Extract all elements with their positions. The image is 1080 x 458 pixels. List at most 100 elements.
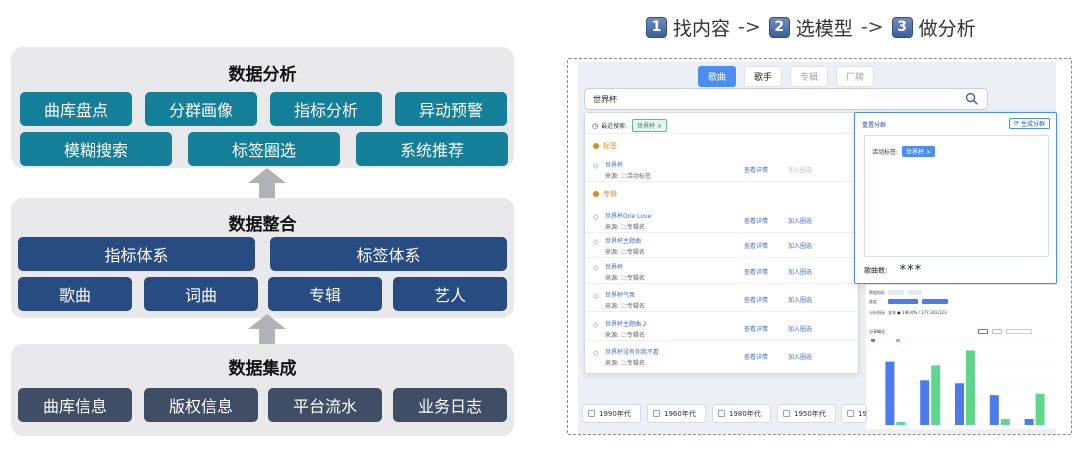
chip-lyrics[interactable]: 词曲: [144, 277, 258, 311]
dash-row-label: 分析指标: [869, 310, 885, 315]
step-number-3: 3: [891, 16, 913, 38]
add-selection-link[interactable]: 加入圈选: [788, 241, 812, 250]
chart-bar: [931, 365, 941, 425]
view-detail-link[interactable]: 查看详情: [744, 295, 768, 304]
result-name: 世界杯气氛: [605, 292, 636, 299]
workflow-steps: 1 找内容 -> 2 选模型 -> 3 做分析: [646, 14, 982, 40]
tab-artists[interactable]: 歌手: [744, 66, 782, 87]
chip-group-profile[interactable]: 分群画像: [145, 92, 257, 126]
checkbox[interactable]: [718, 410, 725, 417]
chart-bar: [989, 395, 999, 425]
bar-chart: [878, 342, 1052, 426]
list-item[interactable]: ◇ 世界杯One Love 来源: 🗀专辑名 查看详情 加入圈选: [585, 209, 858, 233]
decade-filter[interactable]: 1980年代: [712, 404, 771, 423]
list-item[interactable]: ◇ 世界杯 来源: 🗀活动标签 查看详情 加入圈选: [585, 158, 858, 182]
tag-icon: ◇: [593, 162, 599, 170]
analysis-panel: 数据分析 曲库盘点 分群画像 指标分析 异动预警 模糊搜索 标签圈选 系统推荐: [11, 47, 514, 168]
result-source: 来源: 🗀专辑名: [605, 303, 645, 310]
list-item[interactable]: ◇ 世界杯没有你我不看 来源: 🗀专辑名 查看详情 加入圈选: [585, 345, 858, 369]
chip-system-recommend[interactable]: 系统推荐: [356, 132, 508, 166]
song-count-value: ***: [899, 263, 923, 278]
add-selection-link[interactable]: 加入圈选: [788, 267, 812, 276]
step-label-model: 选模型: [795, 17, 853, 40]
chip-platform-revenue[interactable]: 平台流水: [268, 388, 382, 422]
result-source: 来源: 🗀活动标签: [605, 173, 651, 180]
chip-metric-analysis[interactable]: 指标分析: [270, 92, 382, 126]
decade-filter[interactable]: 1970年代: [841, 404, 867, 423]
chip-copyright-info[interactable]: 版权信息: [144, 388, 258, 422]
analysis-dashboard: 数据指标 维度 分析指标 全年 ● 196.0% / 177,343,123 分…: [866, 285, 1058, 429]
dash-select[interactable]: [1006, 329, 1032, 334]
decade-label: 1970年代: [858, 409, 867, 418]
dash-row-label: 数据指标: [869, 290, 885, 295]
dash-row-label: 维度: [869, 299, 877, 304]
tab-albums[interactable]: 专辑: [790, 66, 828, 87]
view-detail-link[interactable]: 查看详情: [744, 267, 768, 276]
chip-library-info[interactable]: 曲库信息: [18, 388, 132, 422]
clock-icon: ◷: [592, 121, 599, 130]
list-item[interactable]: ◇ 世界杯主题曲 2 来源: 🗀专辑名 查看详情 加入圈选: [585, 317, 858, 341]
chip-song[interactable]: 歌曲: [18, 277, 132, 311]
chart-bar: [955, 383, 964, 425]
tag-icon: ◇: [593, 321, 599, 329]
chip-tag-selection[interactable]: 标签圈选: [188, 132, 340, 166]
tab-songs[interactable]: 歌曲: [698, 66, 736, 87]
dash-option[interactable]: [888, 290, 904, 295]
list-item[interactable]: ◇ 世界杯 来源: 🗀专辑名 查看详情 加入圈选: [585, 260, 858, 284]
add-selection-link[interactable]: 加入圈选: [788, 352, 812, 361]
chip-metric-system[interactable]: 指标体系: [18, 237, 255, 271]
dash-toggle[interactable]: [978, 329, 988, 334]
search-input[interactable]: 世界杯: [584, 88, 988, 110]
chart-bar: [896, 422, 906, 425]
chart-bar: [1000, 419, 1010, 425]
step-number-1: 1: [646, 16, 667, 38]
dash-option[interactable]: [908, 290, 922, 295]
checkbox[interactable]: [653, 410, 660, 417]
checkbox[interactable]: [588, 410, 595, 417]
decade-filter[interactable]: 1950年代: [777, 404, 836, 423]
dash-option[interactable]: [922, 299, 948, 304]
view-detail-link[interactable]: 查看详情: [744, 324, 768, 333]
search-icon[interactable]: [965, 92, 978, 105]
chip-album[interactable]: 专辑: [268, 277, 382, 311]
active-tags: 活动标签: 世界杯 ×: [872, 146, 935, 157]
flow-arrow-upper: [248, 168, 286, 198]
dash-option[interactable]: [888, 299, 918, 304]
result-name: 世界杯没有你我不看: [605, 349, 660, 356]
decade-label: 1960年代: [664, 409, 696, 418]
add-selection-link[interactable]: 加入圈选: [788, 165, 812, 174]
generate-group-button[interactable]: ⟳ 生成分群: [1008, 118, 1050, 129]
step-number-2: 2: [768, 16, 790, 38]
decade-filter[interactable]: 1960年代: [647, 404, 706, 423]
chip-fuzzy-search[interactable]: 模糊搜索: [20, 132, 172, 166]
view-detail-link[interactable]: 查看详情: [744, 165, 768, 174]
view-detail-link[interactable]: 查看详情: [744, 216, 768, 225]
tab-labels[interactable]: 厂牌: [836, 66, 874, 87]
result-name: 世界杯: [605, 162, 624, 169]
view-detail-link[interactable]: 查看详情: [744, 352, 768, 361]
decade-label: 1950年代: [794, 409, 826, 418]
view-detail-link[interactable]: 查看详情: [744, 241, 768, 250]
dash-toggle[interactable]: [992, 329, 1002, 334]
decade-filter[interactable]: 1990年代: [582, 404, 641, 423]
recent-tag[interactable]: 世界杯 ×: [632, 119, 668, 132]
collection-panel: 数据集成 曲库信息 版权信息 平台流水 业务日志: [11, 344, 514, 436]
chart-bar: [920, 380, 930, 425]
add-selection-link[interactable]: 加入圈选: [788, 324, 812, 333]
list-item[interactable]: ◇ 世界杯气氛 来源: 🗀专辑名 查看详情 加入圈选: [585, 288, 858, 312]
add-selection-link[interactable]: 加入圈选: [788, 216, 812, 225]
chip-anomaly-alert[interactable]: 异动预警: [395, 92, 507, 126]
active-tag-chip[interactable]: 世界杯 ×: [902, 146, 935, 157]
recent-label: 最近搜索:: [601, 123, 628, 130]
section-albums: 专辑: [593, 189, 617, 199]
decade-label: 1980年代: [729, 409, 761, 418]
result-source: 来源: 🗀专辑名: [605, 360, 645, 367]
chip-artist[interactable]: 艺人: [393, 277, 507, 311]
checkbox[interactable]: [847, 410, 854, 417]
checkbox[interactable]: [783, 410, 790, 417]
chip-library-inventory[interactable]: 曲库盘点: [20, 92, 132, 126]
list-item[interactable]: ◇ 世界杯主题曲 来源: 🗀专辑名 查看详情 加入圈选: [585, 234, 858, 258]
chip-business-log[interactable]: 业务日志: [393, 388, 507, 422]
chip-tag-system[interactable]: 标签体系: [270, 237, 507, 271]
add-selection-link[interactable]: 加入圈选: [788, 295, 812, 304]
